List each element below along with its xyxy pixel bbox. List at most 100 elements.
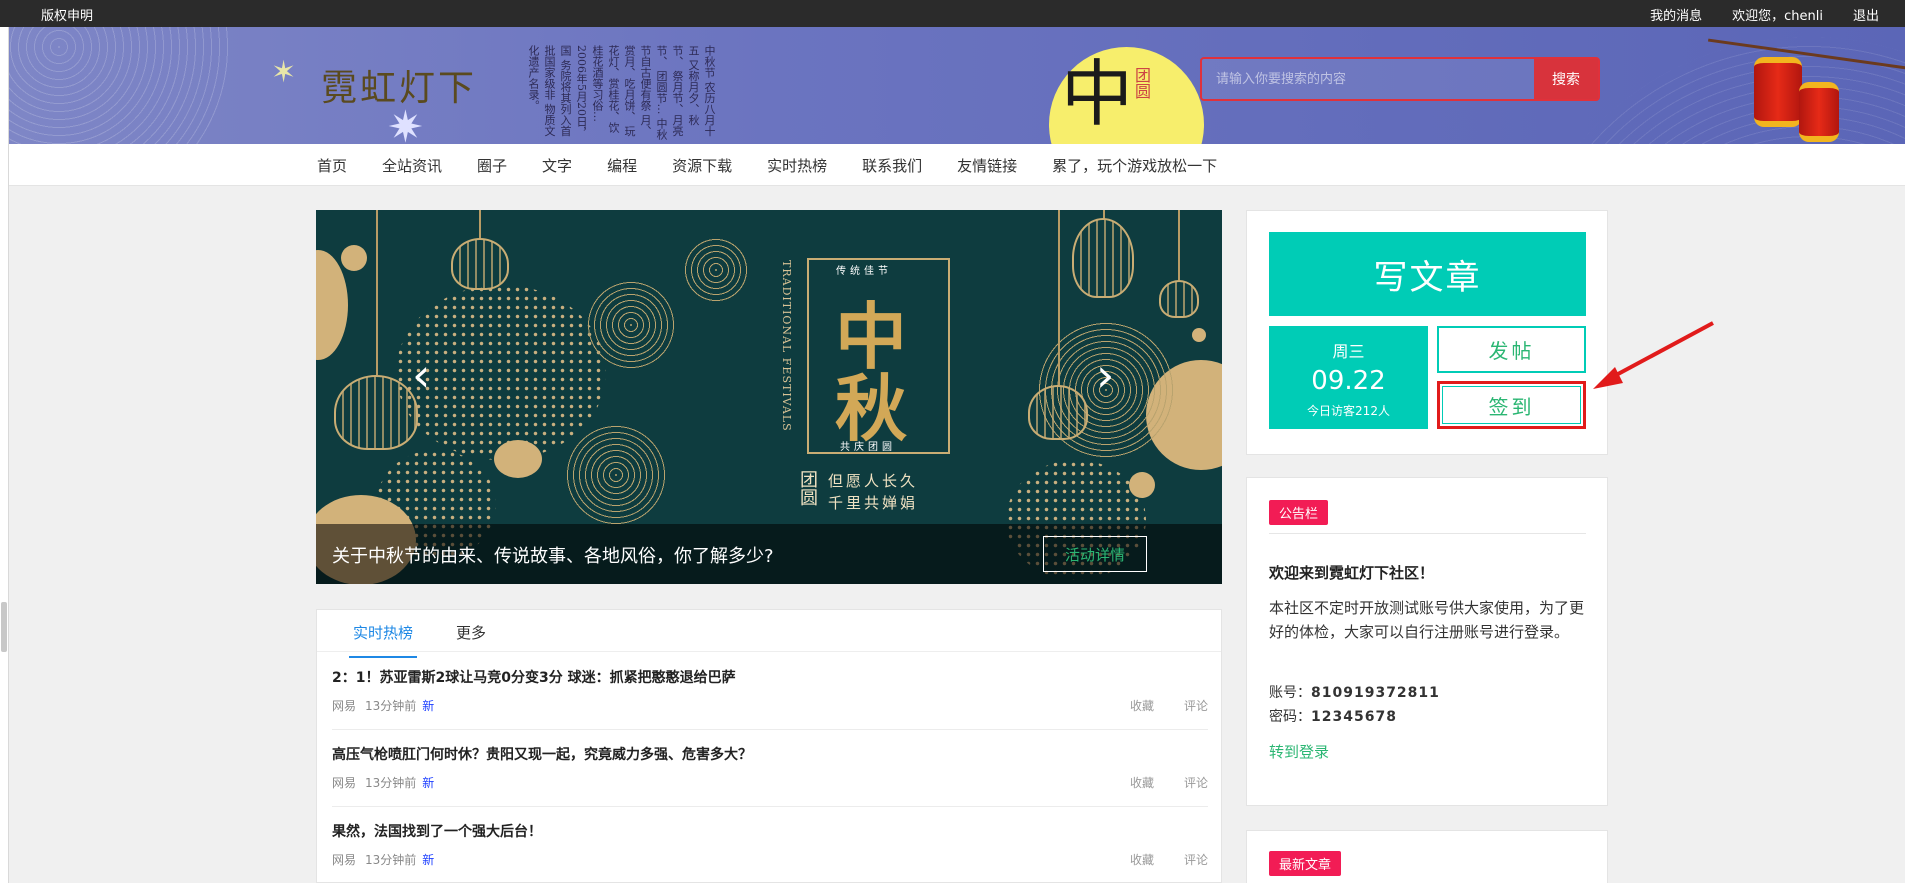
list-item-actions: 收藏 评论	[1130, 851, 1208, 868]
banner-carousel[interactable]: 传统佳节 中 秋 共庆团圆 TRADITIONAL FESTIVALS 团圆 但…	[316, 210, 1222, 584]
festival-motto: 但愿人长久 千里共婵娟	[828, 470, 918, 514]
list-item-source: 网易	[332, 853, 357, 867]
go-login-link[interactable]: 转到登录	[1269, 741, 1329, 762]
site-logo[interactable]: 霓虹灯下	[321, 59, 477, 111]
new-badge: 新	[422, 853, 435, 867]
list-item-meta: 网易 13分钟前新	[332, 774, 434, 791]
list-item-meta: 网易 13分钟前新	[332, 851, 434, 868]
account-label: 账号：	[1269, 685, 1311, 701]
carousel-next-icon[interactable]: ›	[1096, 348, 1114, 402]
hot-tabs: 实时热榜 更多	[317, 610, 1221, 658]
lantern-string	[1178, 210, 1180, 280]
decorative-circle	[494, 440, 542, 478]
search-button[interactable]: 搜索	[1534, 59, 1598, 99]
lantern-icon	[1072, 218, 1134, 298]
list-item-actions: 收藏 评论	[1130, 774, 1208, 791]
welcome-user[interactable]: 欢迎您，chenli	[1732, 5, 1823, 24]
list-item: 果然，法国找到了一个强大后台！ 网易 13分钟前新 收藏 评论	[332, 808, 1208, 883]
list-item: 2：1！苏亚雷斯2球让马竞0分变3分 球迷：抓紧把憨憨退给巴萨 网易 13分钟前新…	[332, 654, 1208, 730]
nav-item-text[interactable]: 文字	[542, 155, 572, 176]
date-box: 周三 09.22 今日访客212人	[1269, 326, 1428, 429]
caption-text[interactable]: 关于中秋节的由来、传说故事、各地风俗，你了解多少?	[332, 542, 774, 568]
visitor-count: 今日访客212人	[1307, 404, 1390, 418]
nav-item-circle[interactable]: 圈子	[477, 155, 507, 176]
tuanyuan-text: 团圆	[797, 470, 818, 506]
annotation-arrow-icon	[1593, 321, 1714, 389]
search-bar: 搜索	[1200, 57, 1600, 101]
list-item-meta: 网易 13分钟前新	[332, 697, 434, 714]
main-nav: 首页 全站资讯 圈子 文字 编程 资源下载 实时热榜 联系我们 友情链接 累了，…	[9, 144, 1905, 186]
lantern-icon	[334, 375, 418, 450]
notice-description: 本社区不定时开放测试账号供大家使用，为了更好的体检，大家可以自行注册账号进行登录…	[1269, 599, 1585, 641]
comment-button[interactable]: 评论	[1184, 851, 1208, 868]
action-card: 写文章 周三 09.22 今日访客212人 发帖 签到	[1246, 210, 1608, 455]
logout-link[interactable]: 退出	[1853, 5, 1879, 24]
list-item-title[interactable]: 高压气枪喷肛门何时休？贵阳又现一起，究竟威力多强、危害多大？	[332, 744, 752, 764]
list-item-source: 网易	[332, 699, 357, 713]
motto-line-1: 但愿人长久	[828, 472, 919, 490]
comment-button[interactable]: 评论	[1184, 774, 1208, 791]
divider	[1269, 533, 1586, 534]
lantern-icon	[451, 238, 509, 290]
post-button[interactable]: 发帖	[1437, 326, 1586, 373]
frame-bottom-text: 共庆团圆	[840, 442, 896, 453]
decorative-rings	[9, 27, 229, 144]
sign-in-button[interactable]: 签到	[1437, 381, 1586, 429]
top-bar: 版权申明 我的消息 欢迎您，chenli 退出	[0, 0, 1905, 27]
collect-button[interactable]: 收藏	[1130, 697, 1154, 714]
tab-more[interactable]: 更多	[456, 622, 486, 643]
nav-item-contact[interactable]: 联系我们	[862, 155, 922, 176]
new-badge: 新	[422, 699, 435, 713]
lantern-string	[1058, 210, 1060, 385]
list-item: 高压气枪喷肛门何时休？贵阳又现一起，究竟威力多强、危害多大？ 网易 13分钟前新 …	[332, 731, 1208, 807]
nav-item-hotlist[interactable]: 实时热榜	[767, 155, 827, 176]
write-article-button[interactable]: 写文章	[1269, 232, 1586, 316]
banner-poem: 中秋节 农历八月十五 又称月夕、秋节、 祭月节、月亮节、 团圆节… 中秋节自古便…	[527, 45, 716, 140]
nav-item-downloads[interactable]: 资源下载	[672, 155, 732, 176]
list-item-title[interactable]: 果然，法国找到了一个强大后台！	[332, 821, 542, 841]
scrollbar[interactable]	[0, 27, 9, 883]
carousel-prev-icon[interactable]: ‹	[412, 348, 430, 402]
date: 09.22	[1311, 366, 1386, 396]
latest-tag: 最新文章	[1269, 851, 1342, 876]
lantern-string	[479, 210, 481, 240]
tab-hotlist[interactable]: 实时热榜	[348, 622, 418, 658]
decorative-circle	[1129, 472, 1155, 498]
list-item-time: 13分钟前	[365, 853, 417, 867]
password-label: 密码：	[1269, 709, 1311, 725]
nav-item-coding[interactable]: 编程	[607, 155, 637, 176]
list-item-title[interactable]: 2：1！苏亚雷斯2球让马竞0分变3分 球迷：抓紧把憨憨退给巴萨	[332, 667, 736, 687]
scrollbar-thumb[interactable]	[1, 602, 7, 652]
nav-item-links[interactable]: 友情链接	[957, 155, 1017, 176]
festival-english-text: TRADITIONAL FESTIVALS	[780, 260, 793, 432]
password-value: 12345678	[1311, 709, 1397, 725]
weekday: 周三	[1332, 342, 1365, 361]
nav-item-news[interactable]: 全站资讯	[382, 155, 442, 176]
decorative-circle	[341, 245, 367, 271]
comment-button[interactable]: 评论	[1184, 697, 1208, 714]
account-value: 810919372811	[1311, 685, 1440, 701]
user-menu: 我的消息 欢迎您，chenli 退出	[1650, 5, 1879, 24]
lantern-icon	[1028, 385, 1088, 440]
moon-calligraphy: 中	[1061, 52, 1134, 136]
star-icon: ✶	[271, 55, 297, 90]
collect-button[interactable]: 收藏	[1130, 774, 1154, 791]
lantern-icon	[1159, 280, 1199, 318]
nav-item-home[interactable]: 首页	[317, 155, 347, 176]
messages-link[interactable]: 我的消息	[1650, 5, 1702, 24]
list-item-time: 13分钟前	[365, 699, 417, 713]
notice-welcome: 欢迎来到霓虹灯下社区！	[1269, 564, 1435, 582]
activity-detail-button[interactable]: 活动详情	[1043, 536, 1147, 572]
decorative-rings	[566, 425, 666, 525]
collect-button[interactable]: 收藏	[1130, 851, 1154, 868]
nav-item-game[interactable]: 累了，玩个游戏放松一下	[1052, 155, 1217, 176]
decorative-circle	[1192, 328, 1206, 342]
decorative-rings	[586, 280, 676, 370]
search-input[interactable]	[1202, 59, 1534, 99]
list-item-time: 13分钟前	[365, 776, 417, 790]
copyright-link[interactable]: 版权申明	[41, 5, 93, 24]
lantern-string	[376, 210, 378, 375]
latest-articles-card: 最新文章	[1246, 830, 1608, 883]
hot-list-card: 实时热榜 更多 2：1！苏亚雷斯2球让马竞0分变3分 球迷：抓紧把憨憨退给巴萨 …	[316, 609, 1222, 883]
header-banner: ✶ ✷ 霓虹灯下 中秋节 农历八月十五 又称月夕、秋节、 祭月节、月亮节、 团圆…	[9, 27, 1905, 144]
